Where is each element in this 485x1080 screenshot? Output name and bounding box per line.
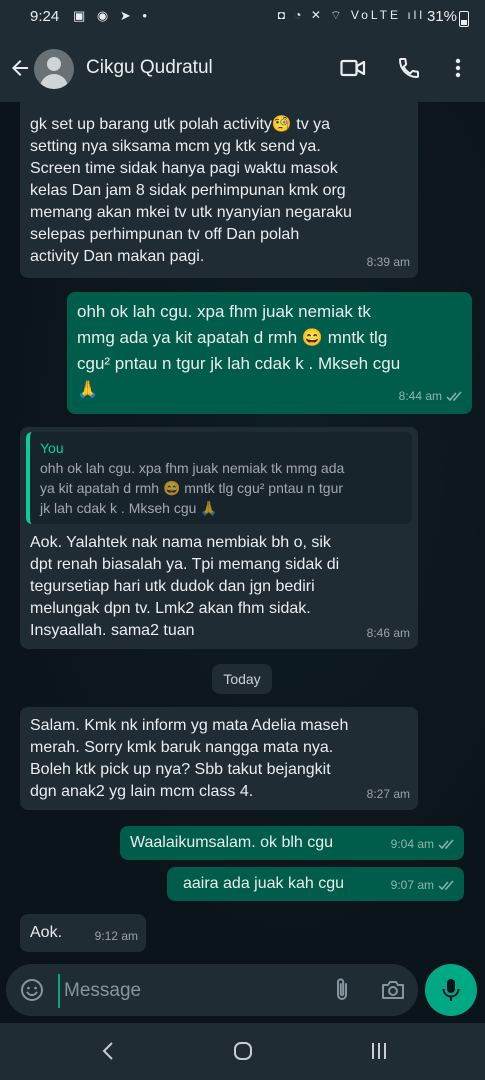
- date-divider: Today: [212, 664, 272, 694]
- battery-icon: [459, 11, 469, 27]
- message-time: 8:44 am: [398, 389, 442, 403]
- double-check-icon: [438, 880, 454, 890]
- message-time: 9:07 am: [390, 878, 434, 892]
- message-outgoing[interactable]: aaira ada juak kah cgu 9:07 am: [167, 867, 464, 901]
- nav-back-icon[interactable]: [98, 1040, 120, 1062]
- battery-percentage: 31%: [426, 8, 457, 25]
- message-time: 8:39 am: [366, 255, 410, 269]
- attach-icon[interactable]: [331, 977, 353, 1003]
- message-composer: [6, 964, 418, 1016]
- status-bar: 9:24 ▣ ◉ ➤ • ◘ ◔ ✕ ⌔ VoLTE ıll 31%: [0, 0, 485, 36]
- message-incoming[interactable]: Aok. 9:12 am: [20, 914, 146, 952]
- quote-text: ohh ok lah cgu. xpa fhm juak nemiak tk m…: [40, 460, 345, 516]
- message-time: 9:12 am: [94, 929, 138, 943]
- status-notification-icons: ▣ ◉ ➤ •: [73, 8, 151, 23]
- message-outgoing[interactable]: Waalaikumsalam. ok blh cgu 9:04 am: [120, 826, 464, 860]
- quoted-message[interactable]: You ohh ok lah cgu. xpa fhm juak nemiak …: [26, 432, 412, 524]
- message-incoming[interactable]: gk set up barang utk polah activity🧐 tv …: [20, 102, 418, 278]
- double-check-icon: [438, 839, 454, 849]
- phone-icon[interactable]: [397, 56, 421, 80]
- emoji-icon[interactable]: [20, 978, 44, 1002]
- message-text: gk set up barang utk polah activity🧐 tv …: [30, 116, 352, 265]
- message-time: 9:04 am: [390, 837, 434, 851]
- more-vertical-icon[interactable]: [448, 56, 468, 80]
- message-text: Aok. Yalahtek nak nama nembiak bh o, sik…: [30, 534, 340, 639]
- chat-header: Cikgu Qudratul: [0, 36, 485, 102]
- quote-author: You: [40, 440, 64, 456]
- nav-home-icon[interactable]: [232, 1040, 254, 1062]
- camera-icon[interactable]: [380, 978, 406, 1002]
- system-navigation-bar: [0, 1023, 485, 1080]
- avatar[interactable]: [34, 49, 74, 89]
- nav-recents-icon[interactable]: [368, 1040, 390, 1062]
- message-incoming-reply[interactable]: You ohh ok lah cgu. xpa fhm juak nemiak …: [20, 427, 418, 649]
- message-outgoing[interactable]: ohh ok lah cgu. xpa fhm juak nemiak tk m…: [67, 292, 472, 414]
- mic-icon: [442, 979, 460, 1001]
- message-text: Salam. Kmk nk inform yg mata Adelia mase…: [30, 717, 349, 800]
- mic-button[interactable]: [425, 964, 477, 1016]
- message-input[interactable]: [58, 974, 326, 1008]
- message-time: 8:27 am: [366, 787, 410, 801]
- status-system-icons: ◘ ◔ ✕ ⌔ VoLTE ıll: [277, 8, 425, 22]
- message-list[interactable]: gk set up barang utk polah activity🧐 tv …: [0, 102, 485, 962]
- status-time: 9:24: [30, 8, 60, 25]
- video-call-icon[interactable]: [340, 58, 366, 78]
- double-check-icon: [446, 391, 462, 401]
- message-time: 8:46 am: [366, 626, 410, 640]
- back-arrow-icon[interactable]: [8, 56, 32, 80]
- contact-name[interactable]: Cikgu Qudratul: [86, 57, 213, 79]
- message-incoming[interactable]: Salam. Kmk nk inform yg mata Adelia mase…: [20, 707, 418, 810]
